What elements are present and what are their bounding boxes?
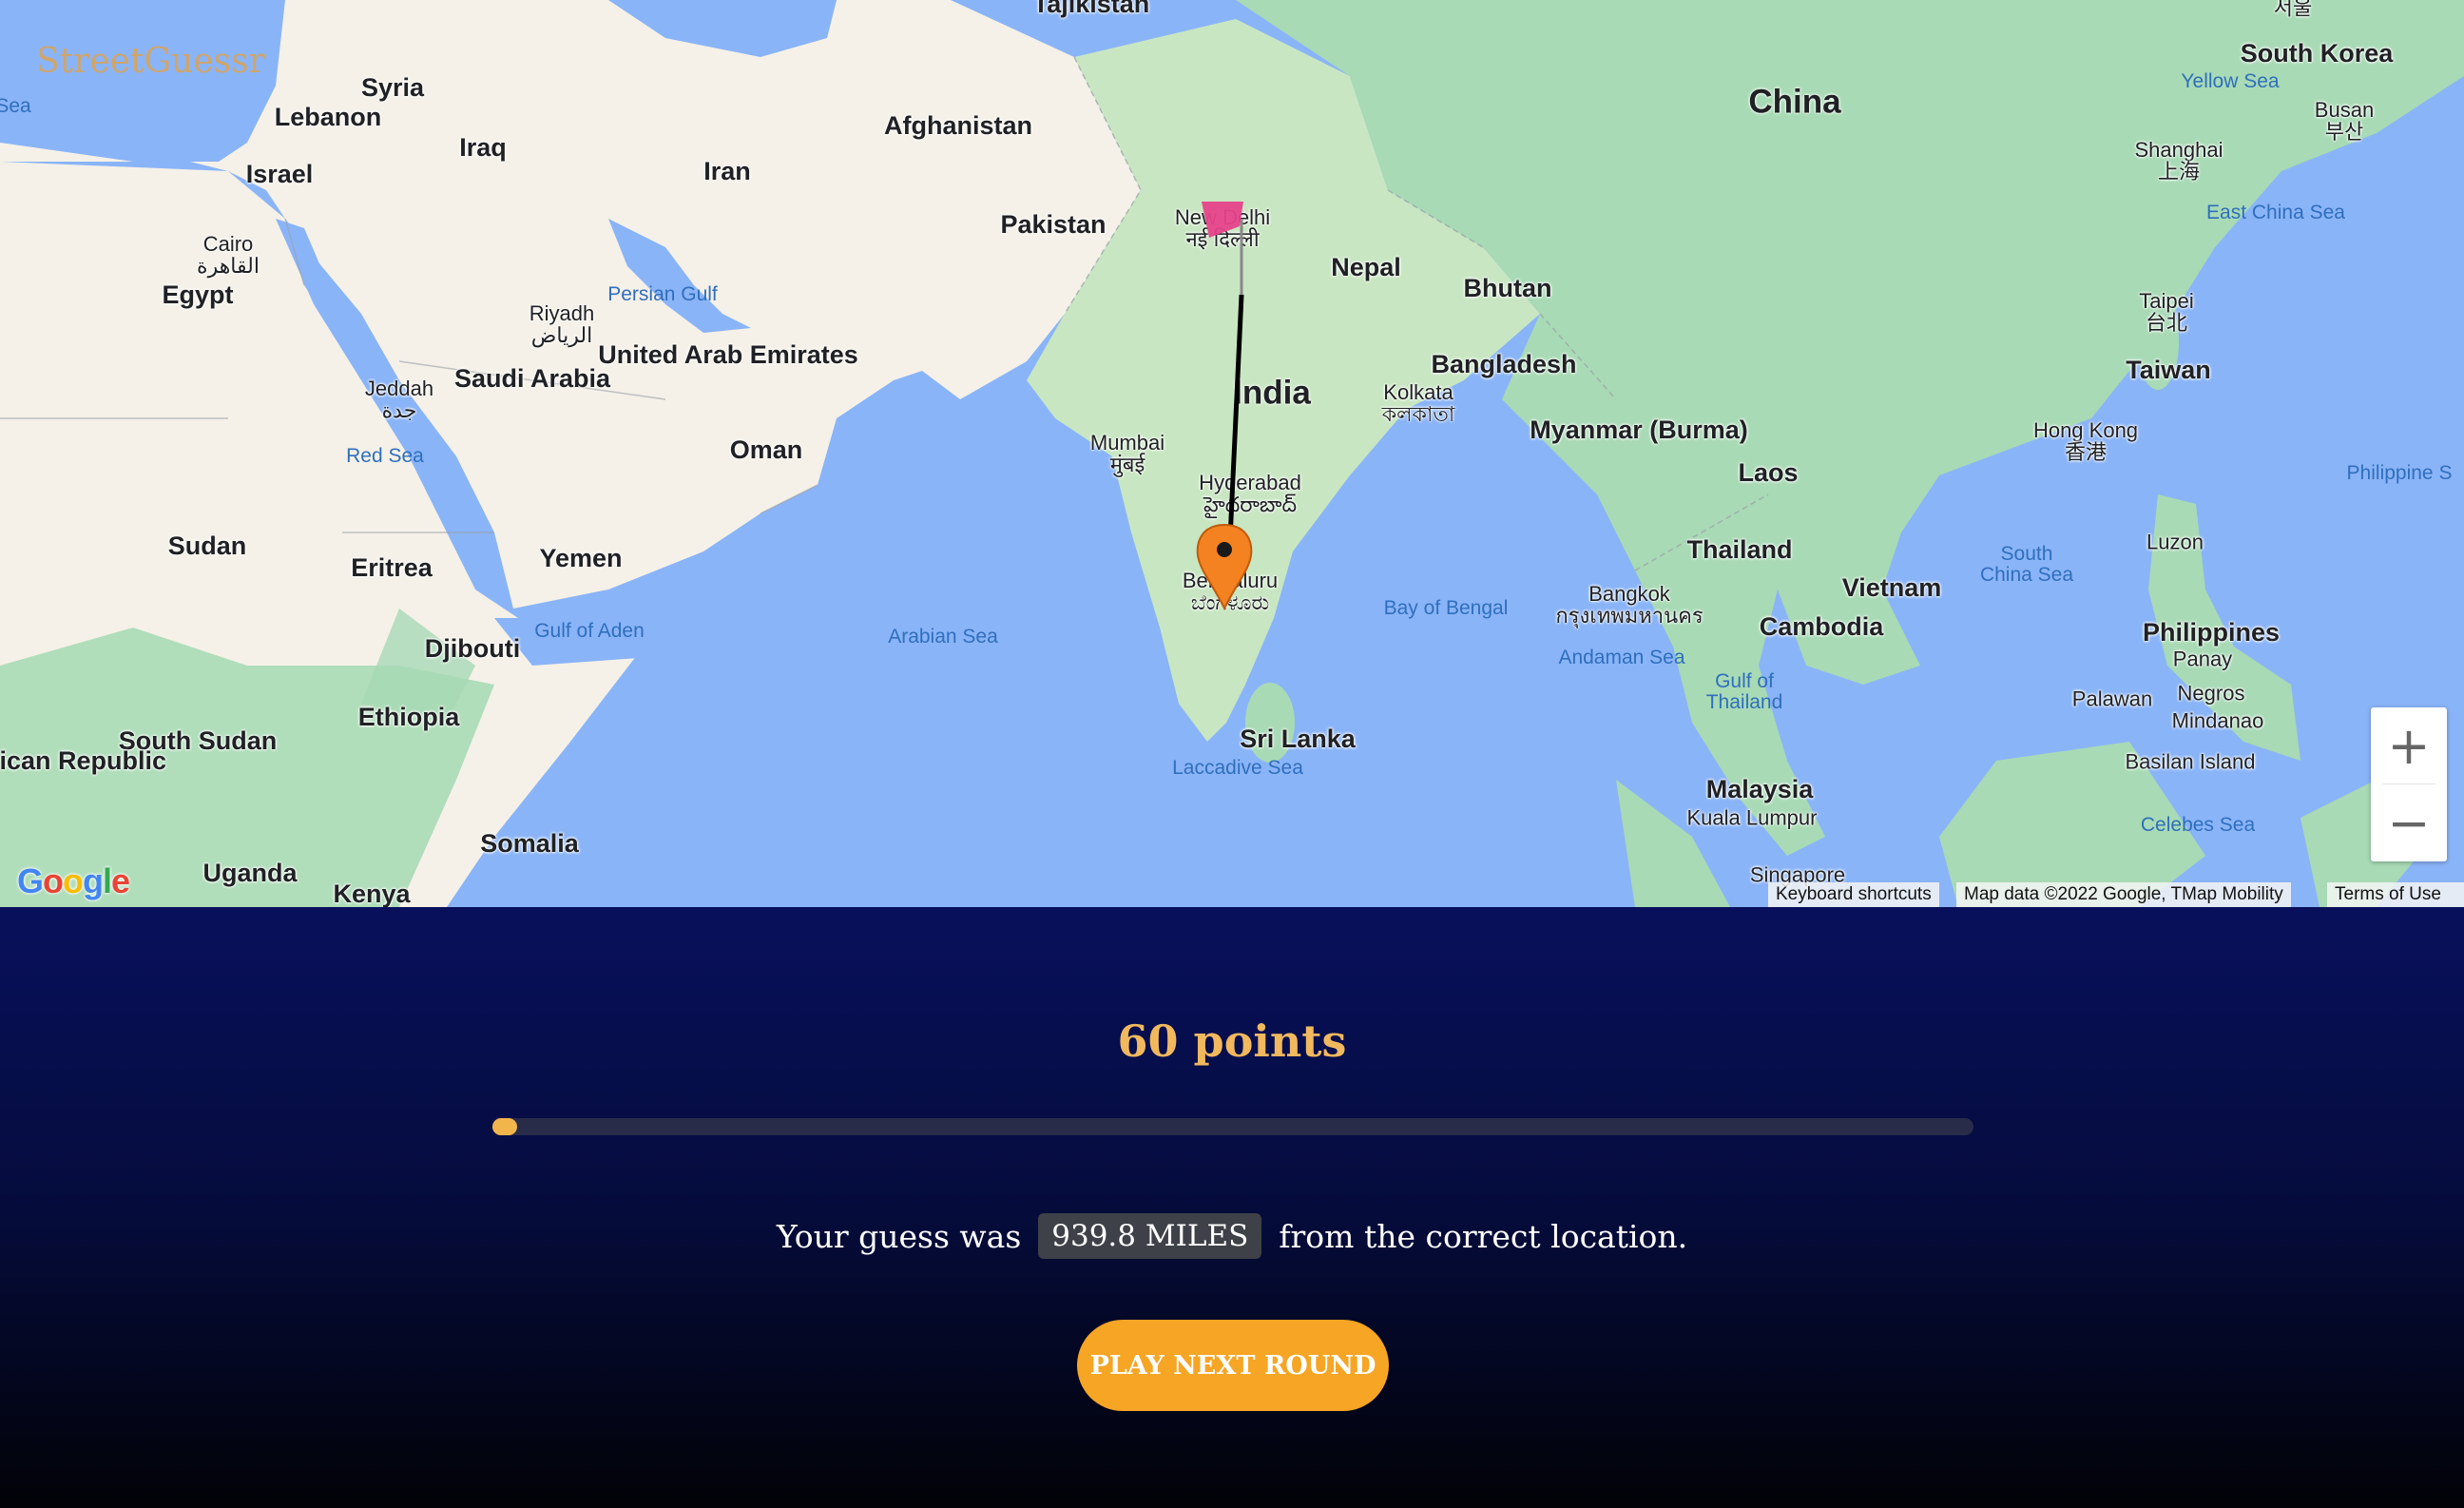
country-label: Iraq [459, 132, 507, 162]
zoom-in-button[interactable]: + [2371, 707, 2447, 783]
app-brand-logo[interactable]: StreetGuessr [36, 42, 265, 81]
city-label: Panay [2172, 647, 2233, 671]
score-progress-fill [492, 1118, 518, 1135]
water-body-label: Celebes Sea [2140, 813, 2256, 836]
score-progress-bar [492, 1118, 1973, 1135]
water-body-label: Andaman Sea [1558, 646, 1685, 668]
water-body-label: Bay of Bengal [1383, 596, 1509, 619]
city-label: Bangkok กรุงเทพมหานคร [1555, 581, 1704, 628]
result-map[interactable]: StreetGuessr Syria Lebanon Iraq Israel Iran A… [0, 0, 2464, 907]
city-label: Mumbai मुंबई [1089, 430, 1165, 476]
country-label: Cambodia [1759, 611, 1884, 641]
water-body-label: East China Sea [2206, 201, 2345, 223]
guess-prefix-text: Your guess was [776, 1217, 1022, 1255]
water-body-label: South China Sea [1979, 542, 2074, 586]
zoom-out-button[interactable]: − [2371, 784, 2447, 860]
city-label: Riyadh الرياض [529, 300, 595, 347]
water-body-label: Laccadive Sea [1172, 756, 1303, 779]
google-logo: Google [17, 861, 130, 900]
city-label: Mindanao [2171, 708, 2264, 733]
water-body-label: Sea [0, 94, 31, 117]
country-label: Tajikistan [1032, 0, 1150, 18]
map-data-attribution: Map data ©2022 Google, TMap Mobility [1956, 882, 2291, 907]
city-label: Busan 부산 [2314, 97, 2375, 144]
water-body-label: Gulf of Thailand [1705, 669, 1783, 713]
keyboard-shortcuts-link[interactable]: Keyboard shortcuts [1768, 882, 1939, 907]
city-label: Kuala Lumpur [1686, 805, 1818, 830]
country-label: Djibouti [424, 633, 521, 663]
city-label: Hyderabad హైదరాబాద్ [1199, 470, 1301, 516]
city-label: Hong Kong 香港 [2032, 417, 2139, 464]
country-label: Ethiopia [357, 702, 460, 731]
city-label: Shanghai 上海 [2134, 137, 2223, 184]
country-label: Bangladesh [1431, 349, 1577, 378]
country-label: Pakistan [1000, 209, 1107, 239]
water-body-label: Persian Gulf [607, 282, 718, 305]
country-label: Kenya [333, 879, 411, 907]
country-label: Philippines [2142, 617, 2281, 647]
country-label: Thailand [1686, 534, 1793, 564]
country-label: Somalia [480, 828, 579, 858]
country-label: Sri Lanka [1240, 724, 1356, 753]
zoom-control: + − [2371, 707, 2447, 861]
city-label: Jeddah جدة [364, 376, 434, 422]
country-label: Lebanon [274, 102, 382, 131]
country-label: Laos [1738, 457, 1799, 487]
country-label: Nepal [1331, 252, 1401, 281]
country-label: South Korea [2240, 38, 2394, 68]
city-label: New Delhi नई दिल्ली [1174, 204, 1271, 251]
city-label: Kolkata কলকাতা [1381, 379, 1455, 426]
guess-suffix-text: from the correct location. [1279, 1217, 1688, 1255]
water-body-label: Gulf of Aden [534, 619, 645, 642]
country-label: India [1233, 374, 1311, 412]
country-label: Vietnam [1841, 572, 1942, 602]
country-label: Yemen [539, 543, 623, 572]
distance-badge: 939.8 MILES [1038, 1213, 1262, 1259]
water-body-label: Philippine S [2346, 461, 2453, 484]
water-body-label: Arabian Sea [888, 625, 998, 648]
points-score: 60 points [1117, 1015, 1347, 1067]
country-label: Syria [360, 72, 425, 102]
play-next-round-button[interactable]: PLAY NEXT ROUND [1077, 1320, 1389, 1411]
country-label: Egypt [162, 280, 234, 309]
country-label: Eritrea [351, 552, 433, 582]
city-label: Taipei 台北 [2139, 288, 2194, 335]
country-label: Saudi Arabia [453, 363, 611, 393]
distance-result-line: Your guess was 939.8 MILES from the corr… [0, 1213, 2464, 1259]
water-body-label: Yellow Sea [2181, 69, 2280, 92]
country-label: Myanmar (Burma) [1530, 415, 1748, 444]
city-label: Basilan Island [2125, 749, 2256, 774]
country-label: Israel [245, 159, 314, 188]
result-panel [0, 907, 2464, 1508]
country-label: Sudan [167, 531, 247, 560]
country-label: Taiwan [2126, 355, 2211, 384]
country-label: Uganda [202, 858, 298, 887]
country-label: Oman [729, 435, 803, 464]
country-label: China [1748, 83, 1841, 121]
country-label: Afghanistan [883, 110, 1033, 140]
terms-of-use-link[interactable]: Terms of Use [2327, 882, 2464, 907]
city-label: Negros [2177, 681, 2245, 706]
city-label: Bengaluru ಬೆಂಗಳೂರು [1182, 568, 1279, 614]
water-body-label: Red Sea [346, 444, 424, 467]
country-label: Central African Republic [0, 745, 167, 775]
city-label: Luzon [2146, 530, 2204, 554]
city-label: Palawan [2071, 686, 2153, 711]
country-label: Bhutan [1463, 273, 1552, 302]
city-label: 서울 [2273, 0, 2313, 20]
city-label: Cairo القاهرة [197, 231, 260, 278]
country-label: United Arab Emirates [598, 339, 858, 369]
country-label: Malaysia [1705, 774, 1814, 803]
country-label: Iran [703, 156, 751, 185]
